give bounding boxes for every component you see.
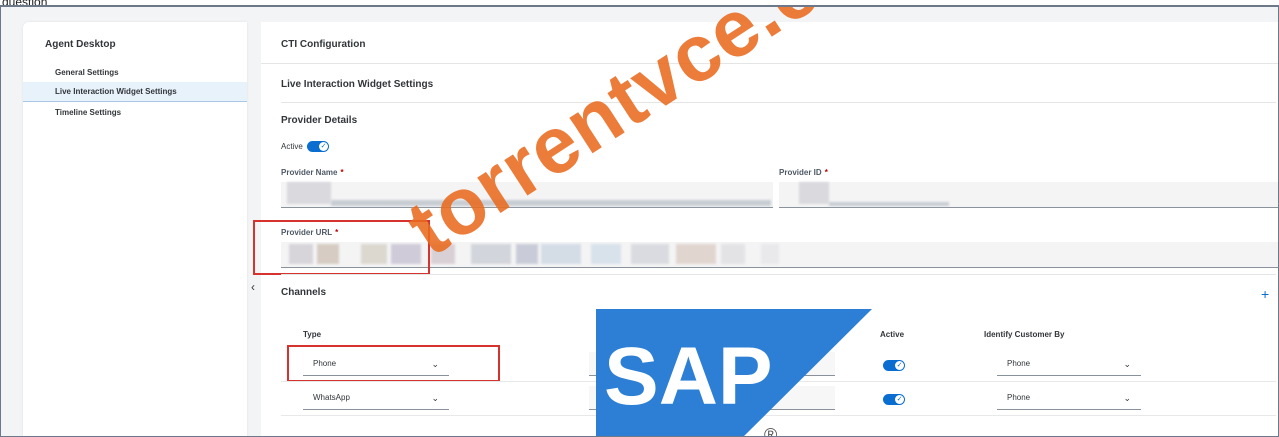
identify-customer-by-select[interactable]: Phone ⌄ [997,386,1141,410]
provider-active-toggle[interactable]: ✓ [307,141,329,152]
required-marker: * [824,168,828,177]
sidebar-item-general-settings[interactable]: General Settings [23,63,247,83]
sidebar: Agent Desktop General Settings Live Inte… [23,22,247,436]
divider [281,274,1276,275]
column-header-active: Active [880,330,905,339]
provider-url-label: Provider URL * [281,228,338,237]
sidebar-item-timeline-settings[interactable]: Timeline Settings [23,103,247,123]
screenshot-frame: Agent Desktop General Settings Live Inte… [0,5,1279,437]
row-divider [281,415,1276,416]
sidebar-title: Agent Desktop [45,39,116,50]
provider-url-label-text: Provider URL [281,228,333,237]
check-icon: ✓ [895,395,904,404]
channels-title: Channels [281,287,327,298]
required-marker: * [335,228,339,237]
sidebar-item-label: Live Interaction Widget Settings [55,87,177,96]
channel-id-value: PHONE [599,359,628,368]
channel-type-value: Phone [313,359,337,368]
column-header-identify-customer-by: Identify Customer By [984,330,1065,339]
check-icon: ✓ [895,361,904,370]
sidebar-item-label: Timeline Settings [55,108,122,117]
channel-type-select[interactable]: Phone ⌄ [303,352,449,376]
identify-customer-by-select[interactable]: Phone ⌄ [997,352,1141,376]
divider [281,102,1276,103]
column-header-id: ID [606,330,614,339]
sidebar-item-label: General Settings [55,68,119,77]
check-icon: ✓ [319,142,328,151]
channel-active-toggle[interactable]: ✓ [883,360,905,371]
provider-url-field[interactable] [281,242,1278,268]
main-panel: CTI Configuration Live Interaction Widge… [253,22,1278,436]
plus-icon[interactable]: + [1261,286,1269,302]
chevron-down-icon: ⌄ [1123,393,1131,403]
provider-id-label: Provider ID * [779,168,828,177]
provider-id-field[interactable] [779,182,1278,208]
required-marker: * [340,168,344,177]
provider-name-field[interactable] [281,182,773,208]
provider-details-title: Provider Details [281,115,358,126]
identify-by-value: Phone [1007,393,1031,402]
chevron-down-icon: ⌄ [1123,359,1131,369]
channel-type-select[interactable]: WhatsApp ⌄ [303,386,449,410]
provider-id-label-text: Provider ID [779,168,822,177]
page-header: CTI Configuration [261,22,1278,64]
active-label: Active [281,142,303,151]
channel-id-field[interactable]: MSG_WAPP [589,386,835,410]
column-header-type: Type [303,330,322,339]
channel-type-value: WhatsApp [313,393,350,402]
section-title: Live Interaction Widget Settings [281,79,434,90]
chevron-down-icon: ⌄ [431,359,439,369]
row-divider [281,381,1276,382]
identify-by-value: Phone [1007,359,1031,368]
channel-id-value: MSG_WAPP [599,393,645,402]
channel-active-toggle[interactable]: ✓ [883,394,905,405]
page-title: CTI Configuration [281,39,366,50]
provider-name-label: Provider Name * [281,168,344,177]
chevron-down-icon: ⌄ [431,393,439,403]
sidebar-item-live-interaction-widget-settings[interactable]: Live Interaction Widget Settings [23,82,247,102]
channel-id-field[interactable]: PHONE [589,352,835,376]
collapse-sidebar-chevron-icon[interactable]: ‹ [248,277,258,297]
provider-name-label-text: Provider Name [281,168,338,177]
